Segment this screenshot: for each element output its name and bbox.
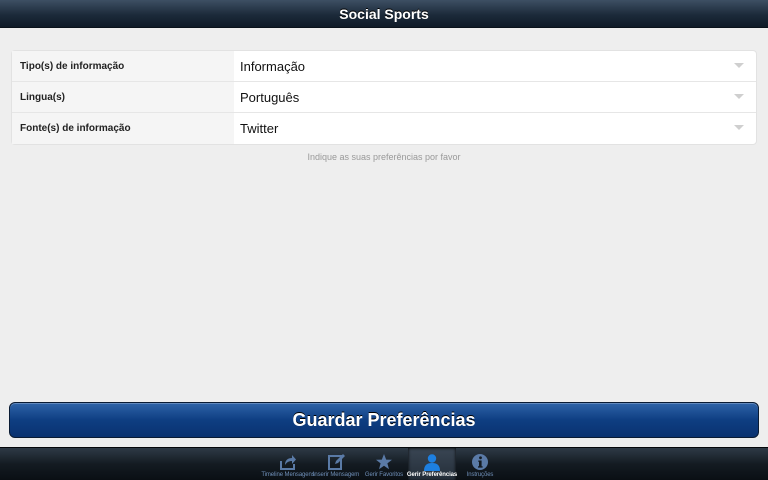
select-row-language[interactable]: Lingua(s) Português xyxy=(12,82,756,113)
info-icon xyxy=(472,454,488,470)
preferences-form: Tipo(s) de informação Informação Lingua(… xyxy=(11,50,757,145)
source-select[interactable]: Twitter xyxy=(234,113,756,144)
tab-label: Gerir Preferências xyxy=(406,472,458,478)
page-title: Social Sports xyxy=(339,6,429,22)
user-icon xyxy=(424,454,440,471)
tab-label: Inserir Mensagem xyxy=(312,472,360,478)
title-bar: Social Sports xyxy=(0,0,768,28)
tab-label: Timeline Mensagens xyxy=(261,472,315,478)
share-icon xyxy=(280,455,296,470)
tab-bar: Timeline Mensagens Inserir Mensagem Geri… xyxy=(0,447,768,480)
save-preferences-button[interactable]: Guardar Preferências xyxy=(9,402,759,438)
tab-label: Gerir Favoritos xyxy=(364,472,404,478)
tab-label: Instruções xyxy=(466,472,494,478)
field-label: Fonte(s) de informação xyxy=(12,113,234,144)
tab-insert-message[interactable]: Inserir Mensagem xyxy=(312,448,360,480)
tab-manage-favorites[interactable]: Gerir Favoritos xyxy=(360,448,408,480)
info-type-select[interactable]: Informação xyxy=(234,51,756,81)
select-row-source[interactable]: Fonte(s) de informação Twitter xyxy=(12,113,756,144)
chevron-down-icon xyxy=(734,125,744,130)
compose-icon xyxy=(328,454,345,470)
chevron-down-icon xyxy=(734,94,744,99)
tab-instructions[interactable]: Instruções xyxy=(456,448,504,480)
field-label: Tipo(s) de informação xyxy=(12,51,234,81)
select-row-info-type[interactable]: Tipo(s) de informação Informação xyxy=(12,51,756,82)
hint-text: Indique as suas preferências por favor xyxy=(307,152,461,162)
star-icon xyxy=(376,454,392,470)
language-select[interactable]: Português xyxy=(234,82,756,112)
tab-timeline-messages[interactable]: Timeline Mensagens xyxy=(261,448,315,480)
chevron-down-icon xyxy=(734,63,744,68)
field-label: Lingua(s) xyxy=(12,82,234,112)
tab-manage-preferences[interactable]: Gerir Preferências xyxy=(406,448,458,480)
